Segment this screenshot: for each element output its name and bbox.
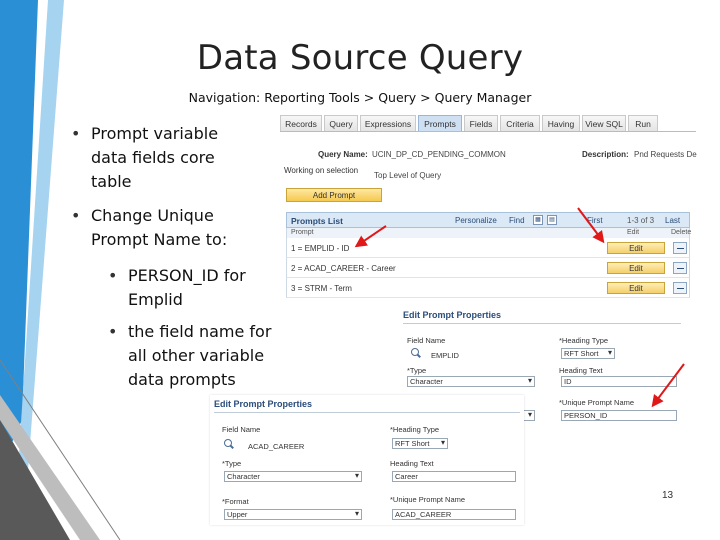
- arrow-to-person-id: [651, 363, 685, 408]
- page-number: 13: [662, 490, 674, 501]
- arrow-to-edit-button: [577, 207, 605, 244]
- arrow-to-emplid-row: [354, 225, 387, 248]
- annotation-arrows: [354, 207, 685, 408]
- slide: Data Source Query Navigation: Reporting …: [0, 0, 720, 540]
